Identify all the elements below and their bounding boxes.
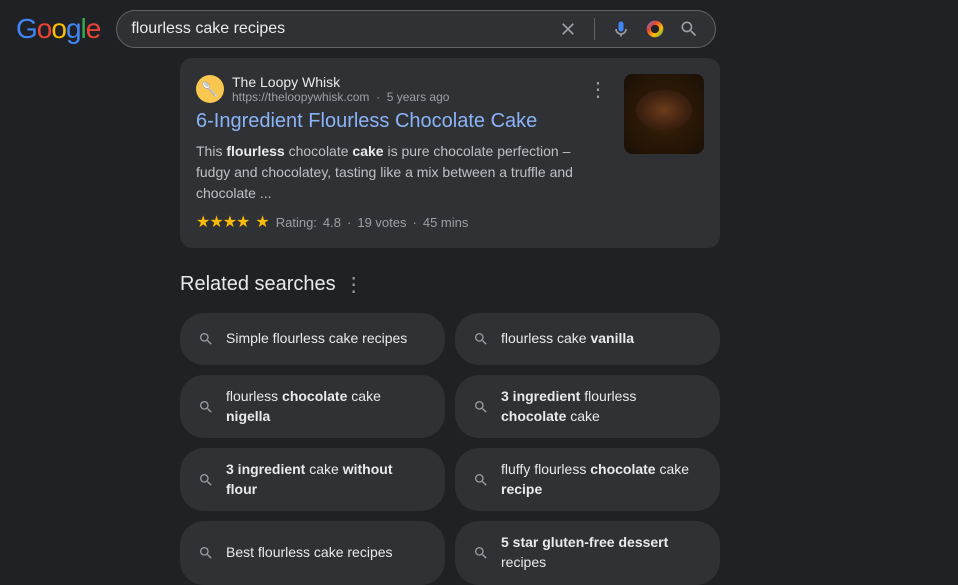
search-icon — [198, 545, 214, 561]
source-info: The Loopy Whisk https://theloopywhisk.co… — [232, 74, 449, 104]
rating-time: 45 mins — [423, 215, 469, 230]
more-options-button[interactable]: ⋮ — [588, 77, 608, 102]
search-icon — [198, 399, 214, 415]
cake-thumbnail — [624, 74, 704, 154]
related-text-7: Best flourless cake recipes — [226, 543, 393, 563]
related-item-5[interactable]: 3 ingredient cake without flour — [180, 448, 445, 511]
related-item-3[interactable]: flourless chocolate cake nigella — [180, 375, 445, 438]
search-button[interactable] — [677, 17, 701, 41]
related-item-6[interactable]: fluffy flourless chocolate cake recipe — [455, 448, 720, 511]
star-rating: ★★★★ — [196, 212, 249, 232]
result-content: 🥄 The Loopy Whisk https://theloopywhisk.… — [196, 74, 608, 232]
related-title-row: Related searches ⋮ — [180, 272, 720, 297]
search-icon — [198, 472, 214, 488]
result-card: 🥄 The Loopy Whisk https://theloopywhisk.… — [180, 58, 720, 248]
related-text-4: 3 ingredient flourless chocolate cake — [501, 387, 702, 426]
search-bar — [116, 10, 716, 48]
source-favicon: 🥄 — [196, 75, 224, 103]
related-text-3: flourless chocolate cake nigella — [226, 387, 427, 426]
related-text-1: Simple flourless cake recipes — [226, 329, 407, 349]
related-text-8: 5 star gluten-free dessert recipes — [501, 533, 702, 572]
clear-button[interactable] — [556, 17, 580, 41]
source-name: The Loopy Whisk — [232, 74, 449, 90]
related-item-2[interactable]: flourless cake vanilla — [455, 313, 720, 365]
related-item-4[interactable]: 3 ingredient flourless chocolate cake — [455, 375, 720, 438]
source-row: 🥄 The Loopy Whisk https://theloopywhisk.… — [196, 74, 608, 104]
search-icon — [473, 331, 489, 347]
rating-value: 4.8 — [323, 215, 341, 230]
result-title[interactable]: 6-Ingredient Flourless Chocolate Cake — [196, 110, 608, 133]
header: Google — [0, 0, 958, 58]
source-url: https://theloopywhisk.com · 5 years ago — [232, 90, 449, 104]
main-content: 🥄 The Loopy Whisk https://theloopywhisk.… — [0, 58, 900, 585]
related-searches-title: Related searches — [180, 273, 336, 296]
lens-icon — [645, 19, 665, 39]
search-submit-icon — [679, 19, 699, 39]
microphone-icon — [611, 19, 631, 39]
google-logo: Google — [16, 13, 100, 45]
related-item-8[interactable]: 5 star gluten-free dessert recipes — [455, 521, 720, 584]
search-icon — [198, 331, 214, 347]
search-icon — [473, 545, 489, 561]
related-searches-section: Related searches ⋮ Simple flourless cake… — [180, 272, 720, 585]
half-star: ★ — [255, 212, 269, 232]
divider — [594, 18, 595, 40]
search-icons — [556, 17, 701, 41]
lens-button[interactable] — [643, 17, 667, 41]
rating-separator1: · — [347, 215, 351, 230]
rating-separator2: · — [413, 215, 417, 230]
clear-icon — [558, 19, 578, 39]
rating-label: Rating: — [276, 215, 317, 230]
related-more-options[interactable]: ⋮ — [344, 272, 364, 297]
voice-search-button[interactable] — [609, 17, 633, 41]
related-text-2: flourless cake vanilla — [501, 329, 634, 349]
search-input[interactable] — [131, 20, 548, 38]
search-icon — [473, 399, 489, 415]
related-text-5: 3 ingredient cake without flour — [226, 460, 427, 499]
result-meta: ★★★★ ★ Rating: 4.8 · 19 votes · 45 mins — [196, 212, 608, 232]
search-icon — [473, 472, 489, 488]
related-grid: Simple flourless cake recipes flourless … — [180, 313, 720, 585]
related-item-1[interactable]: Simple flourless cake recipes — [180, 313, 445, 365]
result-image — [624, 74, 704, 154]
related-item-7[interactable]: Best flourless cake recipes — [180, 521, 445, 584]
rating-votes: 19 votes — [357, 215, 406, 230]
result-description: This flourless chocolate cake is pure ch… — [196, 141, 608, 204]
related-text-6: fluffy flourless chocolate cake recipe — [501, 460, 702, 499]
